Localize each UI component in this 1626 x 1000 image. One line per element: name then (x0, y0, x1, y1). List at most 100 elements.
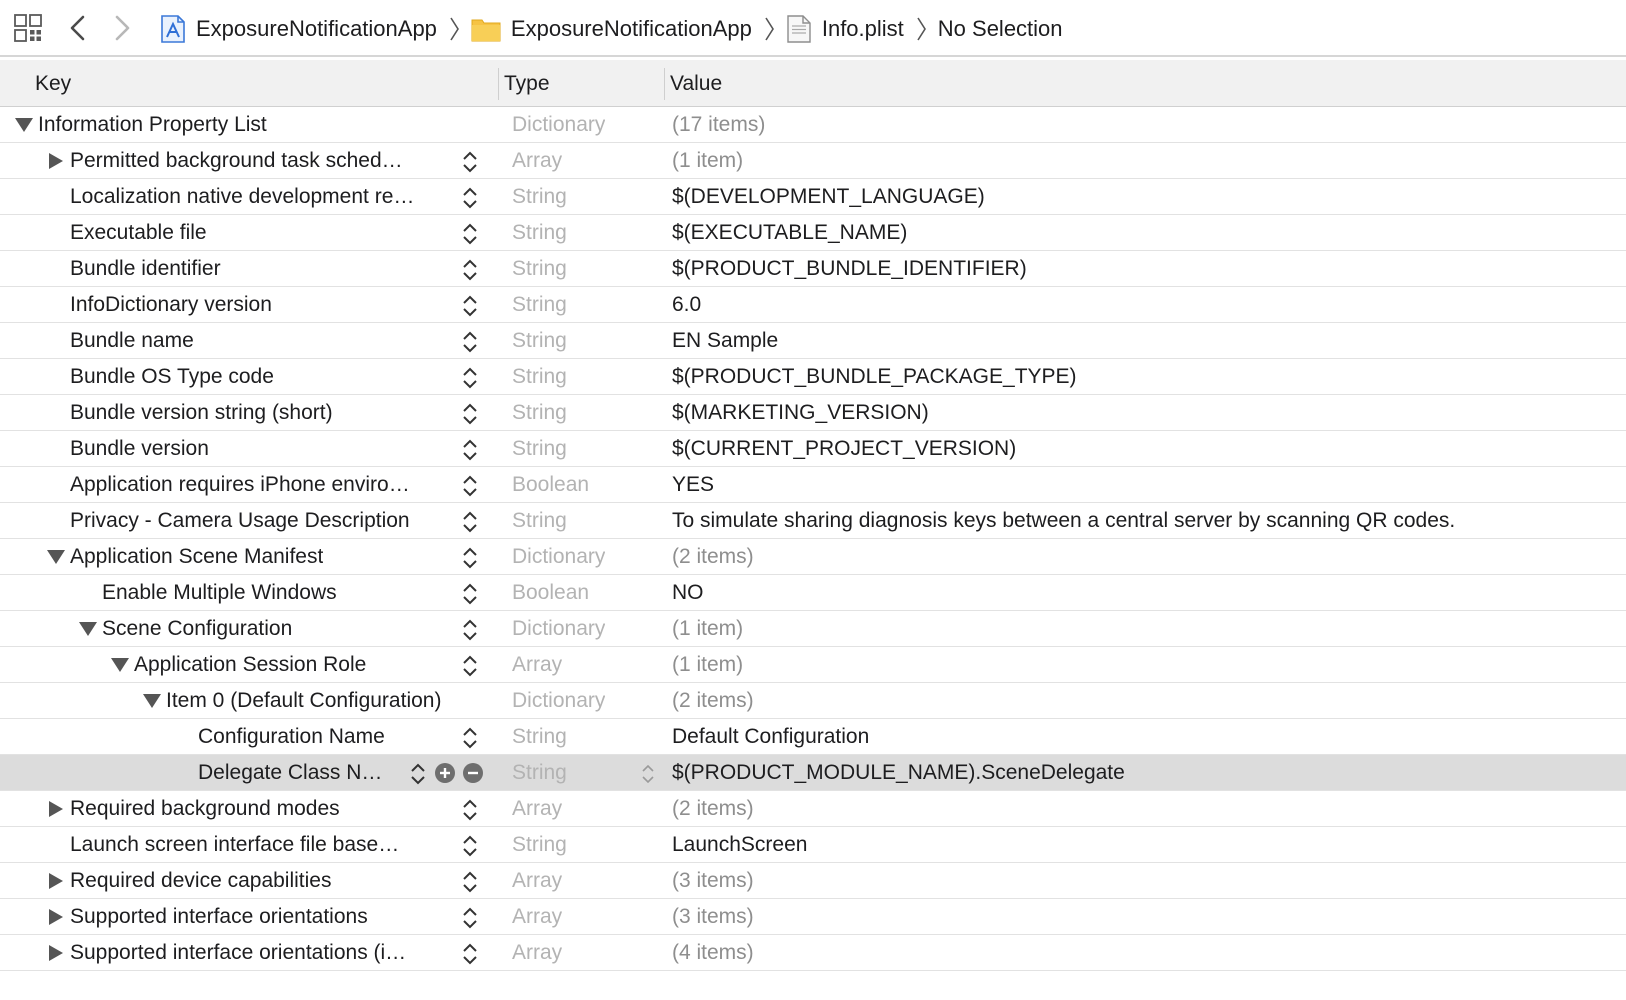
key-stepper-icon[interactable] (462, 151, 478, 173)
key-stepper-icon[interactable] (462, 403, 478, 425)
table-row[interactable]: Localization native development re… Strin… (0, 179, 1626, 215)
table-row[interactable]: Launch screen interface file base… String… (0, 827, 1626, 863)
forward-arrow-icon[interactable] (112, 14, 132, 42)
table-row[interactable]: Bundle OS Type code String $(PRODUCT_BUNDL… (0, 359, 1626, 395)
key-stepper-icon[interactable] (462, 871, 478, 893)
row-value[interactable]: YES (672, 467, 714, 503)
key-stepper-icon[interactable] (462, 511, 478, 533)
row-key[interactable]: Item 0 (Default Configuration) (166, 683, 441, 719)
table-row[interactable]: Executable file String $(EXECUTABLE_NAME) (0, 215, 1626, 251)
breadcrumb-folder[interactable]: ExposureNotificationApp (471, 14, 752, 44)
back-arrow-icon[interactable] (68, 14, 88, 42)
row-key[interactable]: Executable file (70, 215, 207, 251)
disclosure-triangle-closed-icon[interactable] (47, 873, 65, 889)
key-stepper-icon[interactable] (462, 547, 478, 569)
row-value[interactable]: EN Sample (672, 323, 778, 359)
table-row[interactable]: Scene Configuration Dictionary (1 item) (0, 611, 1626, 647)
breadcrumb-project[interactable]: ExposureNotificationApp (160, 14, 437, 44)
row-type[interactable]: String (512, 503, 567, 539)
row-type[interactable]: Array (512, 863, 562, 899)
key-stepper-icon[interactable] (462, 943, 478, 965)
table-row[interactable]: Application requires iPhone enviro… Boole… (0, 467, 1626, 503)
table-row[interactable]: InfoDictionary version String 6.0 (0, 287, 1626, 323)
row-type[interactable]: String (512, 431, 567, 467)
table-row[interactable]: Required background modes Array (2 items) (0, 791, 1626, 827)
disclosure-triangle-closed-icon[interactable] (47, 945, 65, 961)
breadcrumb-file[interactable]: Info.plist (786, 14, 904, 44)
row-type[interactable]: String (512, 719, 567, 755)
column-header-type[interactable]: Type (504, 60, 550, 107)
disclosure-triangle-closed-icon[interactable] (47, 153, 65, 169)
row-key[interactable]: Permitted background task sched… (70, 143, 403, 179)
row-value[interactable]: $(EXECUTABLE_NAME) (672, 215, 907, 251)
row-type[interactable]: Array (512, 647, 562, 683)
row-key[interactable]: Required background modes (70, 791, 340, 827)
row-type[interactable]: String (512, 287, 567, 323)
row-key[interactable]: Privacy - Camera Usage Description (70, 503, 410, 539)
column-divider[interactable] (498, 68, 499, 100)
row-type[interactable]: String (512, 323, 567, 359)
row-value[interactable]: $(PRODUCT_BUNDLE_PACKAGE_TYPE) (672, 359, 1077, 395)
disclosure-triangle-open-icon[interactable] (111, 657, 129, 673)
disclosure-triangle-closed-icon[interactable] (47, 801, 65, 817)
table-row[interactable]: Bundle version string (short) String $(MAR… (0, 395, 1626, 431)
key-stepper-icon[interactable] (462, 187, 478, 209)
table-row[interactable]: Bundle version String $(CURRENT_PROJECT_VE… (0, 431, 1626, 467)
key-stepper-icon[interactable] (462, 799, 478, 821)
key-stepper-icon[interactable] (462, 475, 478, 497)
add-item-icon[interactable] (434, 762, 456, 784)
key-stepper-icon[interactable] (410, 763, 426, 785)
related-items-grid-icon[interactable] (14, 14, 42, 42)
disclosure-triangle-open-icon[interactable] (47, 549, 65, 565)
key-stepper-icon[interactable] (462, 439, 478, 461)
column-divider[interactable] (664, 68, 665, 100)
table-row[interactable]: Enable Multiple Windows Boolean NO (0, 575, 1626, 611)
row-key[interactable]: Supported interface orientations (70, 899, 368, 935)
row-type[interactable]: Dictionary (512, 683, 605, 719)
row-value[interactable]: $(CURRENT_PROJECT_VERSION) (672, 431, 1016, 467)
row-value[interactable]: $(PRODUCT_BUNDLE_IDENTIFIER) (672, 251, 1027, 287)
row-key[interactable]: Scene Configuration (102, 611, 292, 647)
row-key[interactable]: Bundle OS Type code (70, 359, 274, 395)
row-type[interactable]: Dictionary (512, 107, 605, 143)
row-value[interactable]: NO (672, 575, 704, 611)
row-key[interactable]: InfoDictionary version (70, 287, 272, 323)
table-row[interactable]: Application Scene Manifest Dictionary (2 i… (0, 539, 1626, 575)
row-key[interactable]: Application requires iPhone enviro… (70, 467, 410, 503)
row-type[interactable]: Boolean (512, 467, 589, 503)
row-key[interactable]: Application Session Role (134, 647, 366, 683)
row-key[interactable]: Bundle version (70, 431, 209, 467)
row-value[interactable]: 6.0 (672, 287, 701, 323)
row-key[interactable]: Configuration Name (198, 719, 385, 755)
table-row[interactable]: Supported interface orientations (i… Arra… (0, 935, 1626, 971)
row-key[interactable]: Supported interface orientations (i… (70, 935, 406, 971)
row-value[interactable]: LaunchScreen (672, 827, 807, 863)
row-value[interactable]: Default Configuration (672, 719, 869, 755)
table-row[interactable]: Information Property List Dictionary (17 i… (0, 107, 1626, 143)
column-header-key[interactable]: Key (35, 60, 71, 107)
row-value[interactable]: $(PRODUCT_MODULE_NAME).SceneDelegate (672, 755, 1125, 791)
key-stepper-icon[interactable] (462, 259, 478, 281)
row-type[interactable]: String (512, 395, 567, 431)
key-stepper-icon[interactable] (462, 367, 478, 389)
breadcrumb-selection[interactable]: No Selection (938, 16, 1063, 42)
row-key[interactable]: Bundle name (70, 323, 194, 359)
row-type[interactable]: Dictionary (512, 611, 605, 647)
row-type[interactable]: Boolean (512, 575, 589, 611)
row-type[interactable]: Array (512, 791, 562, 827)
key-stepper-icon[interactable] (462, 907, 478, 929)
remove-item-icon[interactable] (462, 762, 484, 784)
key-stepper-icon[interactable] (462, 835, 478, 857)
row-key[interactable]: Required device capabilities (70, 863, 332, 899)
row-type[interactable]: Array (512, 899, 562, 935)
row-value[interactable]: $(DEVELOPMENT_LANGUAGE) (672, 179, 985, 215)
table-row[interactable]: Supported interface orientations Array (3 … (0, 899, 1626, 935)
disclosure-triangle-open-icon[interactable] (15, 117, 33, 133)
row-type[interactable]: String (512, 827, 567, 863)
table-row[interactable]: Application Session Role Array (1 item) (0, 647, 1626, 683)
column-header-value[interactable]: Value (670, 60, 722, 107)
table-row[interactable]: Item 0 (Default Configuration) Dictionary… (0, 683, 1626, 719)
row-type[interactable]: String (512, 359, 567, 395)
row-value[interactable]: $(MARKETING_VERSION) (672, 395, 929, 431)
table-row[interactable]: Required device capabilities Array (3 item… (0, 863, 1626, 899)
